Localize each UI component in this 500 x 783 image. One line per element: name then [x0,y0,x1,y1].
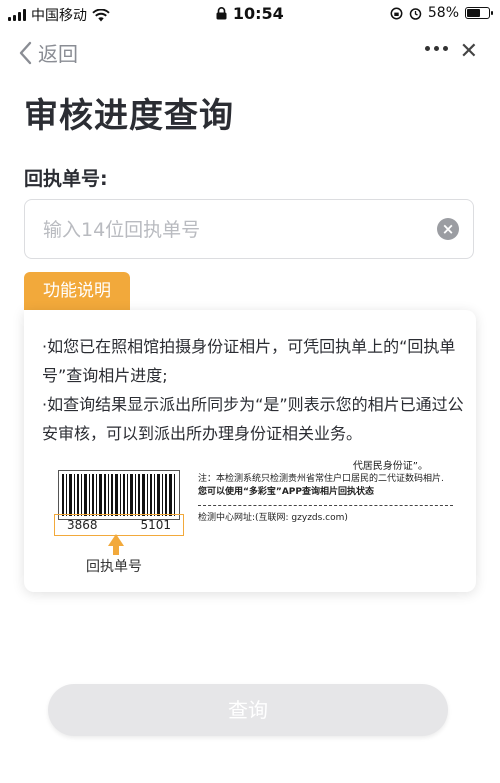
clear-input-icon[interactable]: × [437,218,459,240]
receipt-number-caption: 回执单号 [86,559,142,575]
number-prefix: 3868 [67,518,98,532]
status-right: 58% [390,5,493,21]
close-icon[interactable]: ✕ [460,39,478,64]
doc-line: 代居民身份证”。 [352,461,428,472]
alarm-icon [409,7,422,20]
back-label: 返回 [38,42,78,66]
screen-rotation-lock-icon [390,7,403,19]
receipt-number-label: 回执单号: [24,168,108,190]
chevron-left-icon [19,41,32,64]
description-line: ·如查询结果显示派出所同步为“是”则表示您的相片已通过公安审核，可以到派出所办理… [42,395,464,443]
status-bar: 中国移动 10:54 58% [0,0,500,28]
battery-icon [465,7,493,19]
battery-percent: 58% [427,5,459,21]
description-line: ·如您已在照相馆拍摄身份证相片，可凭回执单上的“回执单号”查询相片进度; [42,337,456,385]
page-title: 审核进度查询 [24,96,234,136]
number-suffix: 5101 [140,518,171,532]
description-text: ·如您已在照相馆拍摄身份证相片，可凭回执单上的“回执单号”查询相片进度; ·如查… [42,332,472,448]
doc-line: 检测中心网址:(互联网: gzyzds.com) [198,513,348,523]
receipt-example-illustration: 3868 5101 回执单号 代居民身份证”。 注：本检测系统只检测贵州省常住户… [50,456,470,576]
barcode-icon [62,474,175,516]
doc-line: 注：本检测系统只检测贵州省常住户口居民的二代证数码相片. [198,474,444,484]
nav-bar: 返回 ✕ [0,30,500,74]
receipt-document-text: 代居民身份证”。 注：本检测系统只检测贵州省常住户口居民的二代证数码相片. 您可… [198,460,468,525]
info-card: ·如您已在照相馆拍摄身份证相片，可凭回执单上的“回执单号”查询相片进度; ·如查… [24,310,476,592]
receipt-number-input[interactable] [41,200,425,259]
receipt-number-field: × [24,199,474,259]
clock: 10:54 [232,4,284,23]
lock-icon [216,7,227,20]
doc-line: 您可以使用“多彩宝”APP查询相片回执状态 [198,487,374,497]
barcode-image [58,470,180,520]
more-icon[interactable] [425,46,448,51]
receipt-number-highlight: 3868 5101 [54,514,184,536]
back-button[interactable]: 返回 [18,38,78,67]
divider [198,505,453,506]
query-button[interactable]: 查询 [48,684,448,736]
function-description-tag: 功能说明 [24,272,130,310]
